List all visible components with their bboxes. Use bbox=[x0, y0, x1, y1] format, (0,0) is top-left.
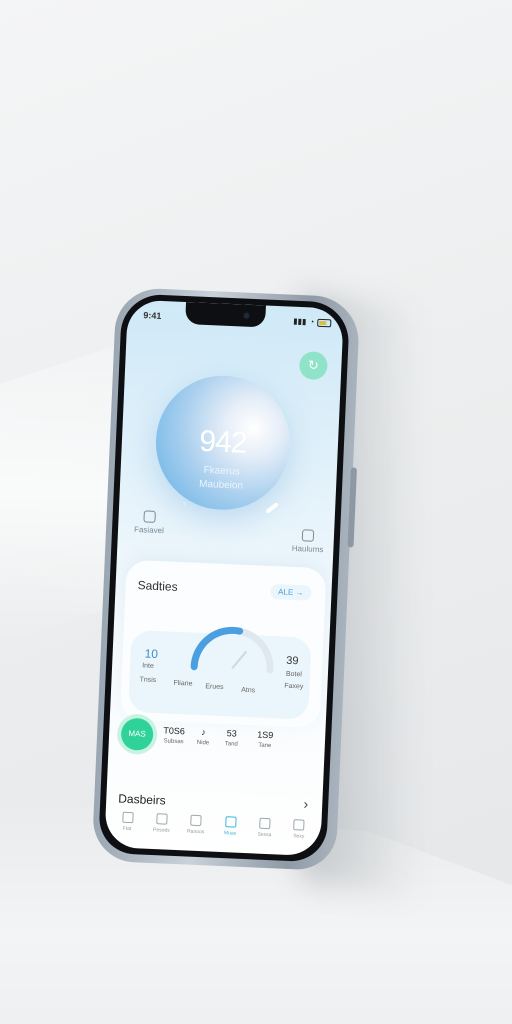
gauge-panel: 10 Inte Tnsis Fliane Erues Atns 39 Botel… bbox=[128, 626, 312, 720]
quick-action-left[interactable]: Fasiavel bbox=[134, 510, 165, 535]
score-label-bottom: Maubeion bbox=[198, 478, 244, 492]
gauge-right-sub2: Faxey bbox=[284, 682, 304, 691]
gauge-mid-label-2: Erues bbox=[205, 683, 224, 691]
stats-row: MAS T0S6 Subsas ♪ Nide 53 Tand 1S9 Tane bbox=[118, 717, 310, 776]
wave-icon bbox=[224, 816, 237, 828]
list-icon bbox=[156, 813, 168, 825]
signal-icon: ▮▮▮ bbox=[293, 316, 307, 327]
score-value: 942 bbox=[198, 424, 248, 460]
dashboard-title: Dasbeirs bbox=[118, 791, 166, 808]
quick-left-label: Fasiavel bbox=[133, 524, 165, 536]
tab-settings[interactable]: Sexy bbox=[284, 819, 314, 856]
tab-label: Sessa bbox=[257, 831, 272, 839]
stat-value: ♪ bbox=[201, 727, 206, 738]
stat-item[interactable]: 53 Tand bbox=[224, 728, 239, 748]
gauge-chart bbox=[190, 626, 274, 674]
stats-badge[interactable]: MAS bbox=[120, 717, 154, 751]
profile-avatar-button[interactable]: ↻ bbox=[298, 351, 328, 381]
gauge-left-sub2: Tnsis bbox=[139, 676, 157, 685]
grid-icon bbox=[190, 814, 202, 827]
gauge-right-value: 39 bbox=[285, 654, 299, 668]
stat-value: 53 bbox=[226, 728, 237, 739]
wifi-icon: ◔ bbox=[309, 317, 315, 327]
quick-action-right[interactable]: Haulums bbox=[292, 529, 325, 554]
refresh-icon: ↻ bbox=[307, 357, 320, 373]
gauge-track bbox=[190, 626, 274, 674]
bell-icon bbox=[301, 529, 315, 542]
gauge-right-sub: Botel bbox=[285, 670, 303, 679]
stat-item[interactable]: 1S9 Tane bbox=[257, 729, 274, 750]
dashboard-chevron-icon[interactable]: › bbox=[303, 796, 308, 812]
tab-sessions[interactable]: Sessa bbox=[250, 817, 280, 854]
tab-active[interactable]: Muas bbox=[215, 816, 245, 853]
card-all-button[interactable]: ALE → bbox=[269, 583, 312, 601]
clock-icon bbox=[259, 817, 271, 830]
gauge-fill bbox=[190, 626, 244, 671]
battery-icon bbox=[317, 318, 332, 327]
stat-sub: Tane bbox=[258, 742, 272, 750]
gauge-left-value: 10 bbox=[144, 646, 159, 662]
gauge-mid-label-3: Atns bbox=[241, 686, 256, 695]
camera-icon bbox=[243, 312, 250, 319]
gear-icon bbox=[293, 819, 306, 831]
card-title: Sadties bbox=[137, 578, 178, 594]
stat-sub: Nide bbox=[196, 739, 210, 747]
tab-label: Sexy bbox=[293, 833, 305, 840]
stat-item[interactable]: T0S6 Subsas bbox=[163, 725, 185, 745]
tab-bar: Ftat Pesods Ranoos Muas Sessa Sexy bbox=[112, 811, 313, 856]
home-icon bbox=[121, 811, 134, 824]
stat-value: 1S9 bbox=[257, 729, 274, 741]
tab-records[interactable]: Pesods bbox=[147, 813, 177, 850]
status-icons: ▮▮▮ ◔ bbox=[293, 316, 332, 328]
lock-icon bbox=[143, 510, 156, 523]
gauge-mid-label-1: Fliane bbox=[173, 679, 193, 688]
stat-sub: Tand bbox=[224, 741, 238, 748]
gauge-left-sub: Inte bbox=[141, 662, 154, 670]
stat-value: T0S6 bbox=[163, 725, 186, 737]
tab-label: Ftat bbox=[122, 825, 132, 833]
phone-bezel: 9:41 ▮▮▮ ◔ ↻ 942 Fkaerus Maubeion ‹ Fasi… bbox=[97, 293, 351, 863]
stat-sub: Subsas bbox=[163, 738, 184, 746]
stat-item[interactable]: ♪ Nide bbox=[196, 727, 210, 747]
tab-label: Ranoos bbox=[186, 828, 205, 836]
summary-card: Sadties ALE → 10 Inte Tnsis Fliane Erues… bbox=[119, 559, 327, 729]
gauge-needle bbox=[231, 650, 248, 669]
orb-pointer bbox=[265, 502, 279, 514]
tab-home[interactable]: Ftat bbox=[112, 811, 142, 848]
quick-right-label: Haulums bbox=[291, 543, 324, 555]
notch bbox=[185, 301, 266, 328]
score-orb[interactable]: 942 Fkaerus Maubeion ‹ bbox=[153, 372, 293, 514]
tab-label: Pesods bbox=[152, 827, 170, 834]
orb-chevron-icon[interactable]: ‹ bbox=[183, 498, 186, 508]
tab-rooms[interactable]: Ranoos bbox=[181, 814, 211, 851]
tab-label: Muas bbox=[223, 830, 237, 837]
app-screen: 9:41 ▮▮▮ ◔ ↻ 942 Fkaerus Maubeion ‹ Fasi… bbox=[104, 299, 344, 857]
status-time: 9:41 bbox=[143, 310, 162, 321]
phone: 9:41 ▮▮▮ ◔ ↻ 942 Fkaerus Maubeion ‹ Fasi… bbox=[91, 286, 361, 872]
